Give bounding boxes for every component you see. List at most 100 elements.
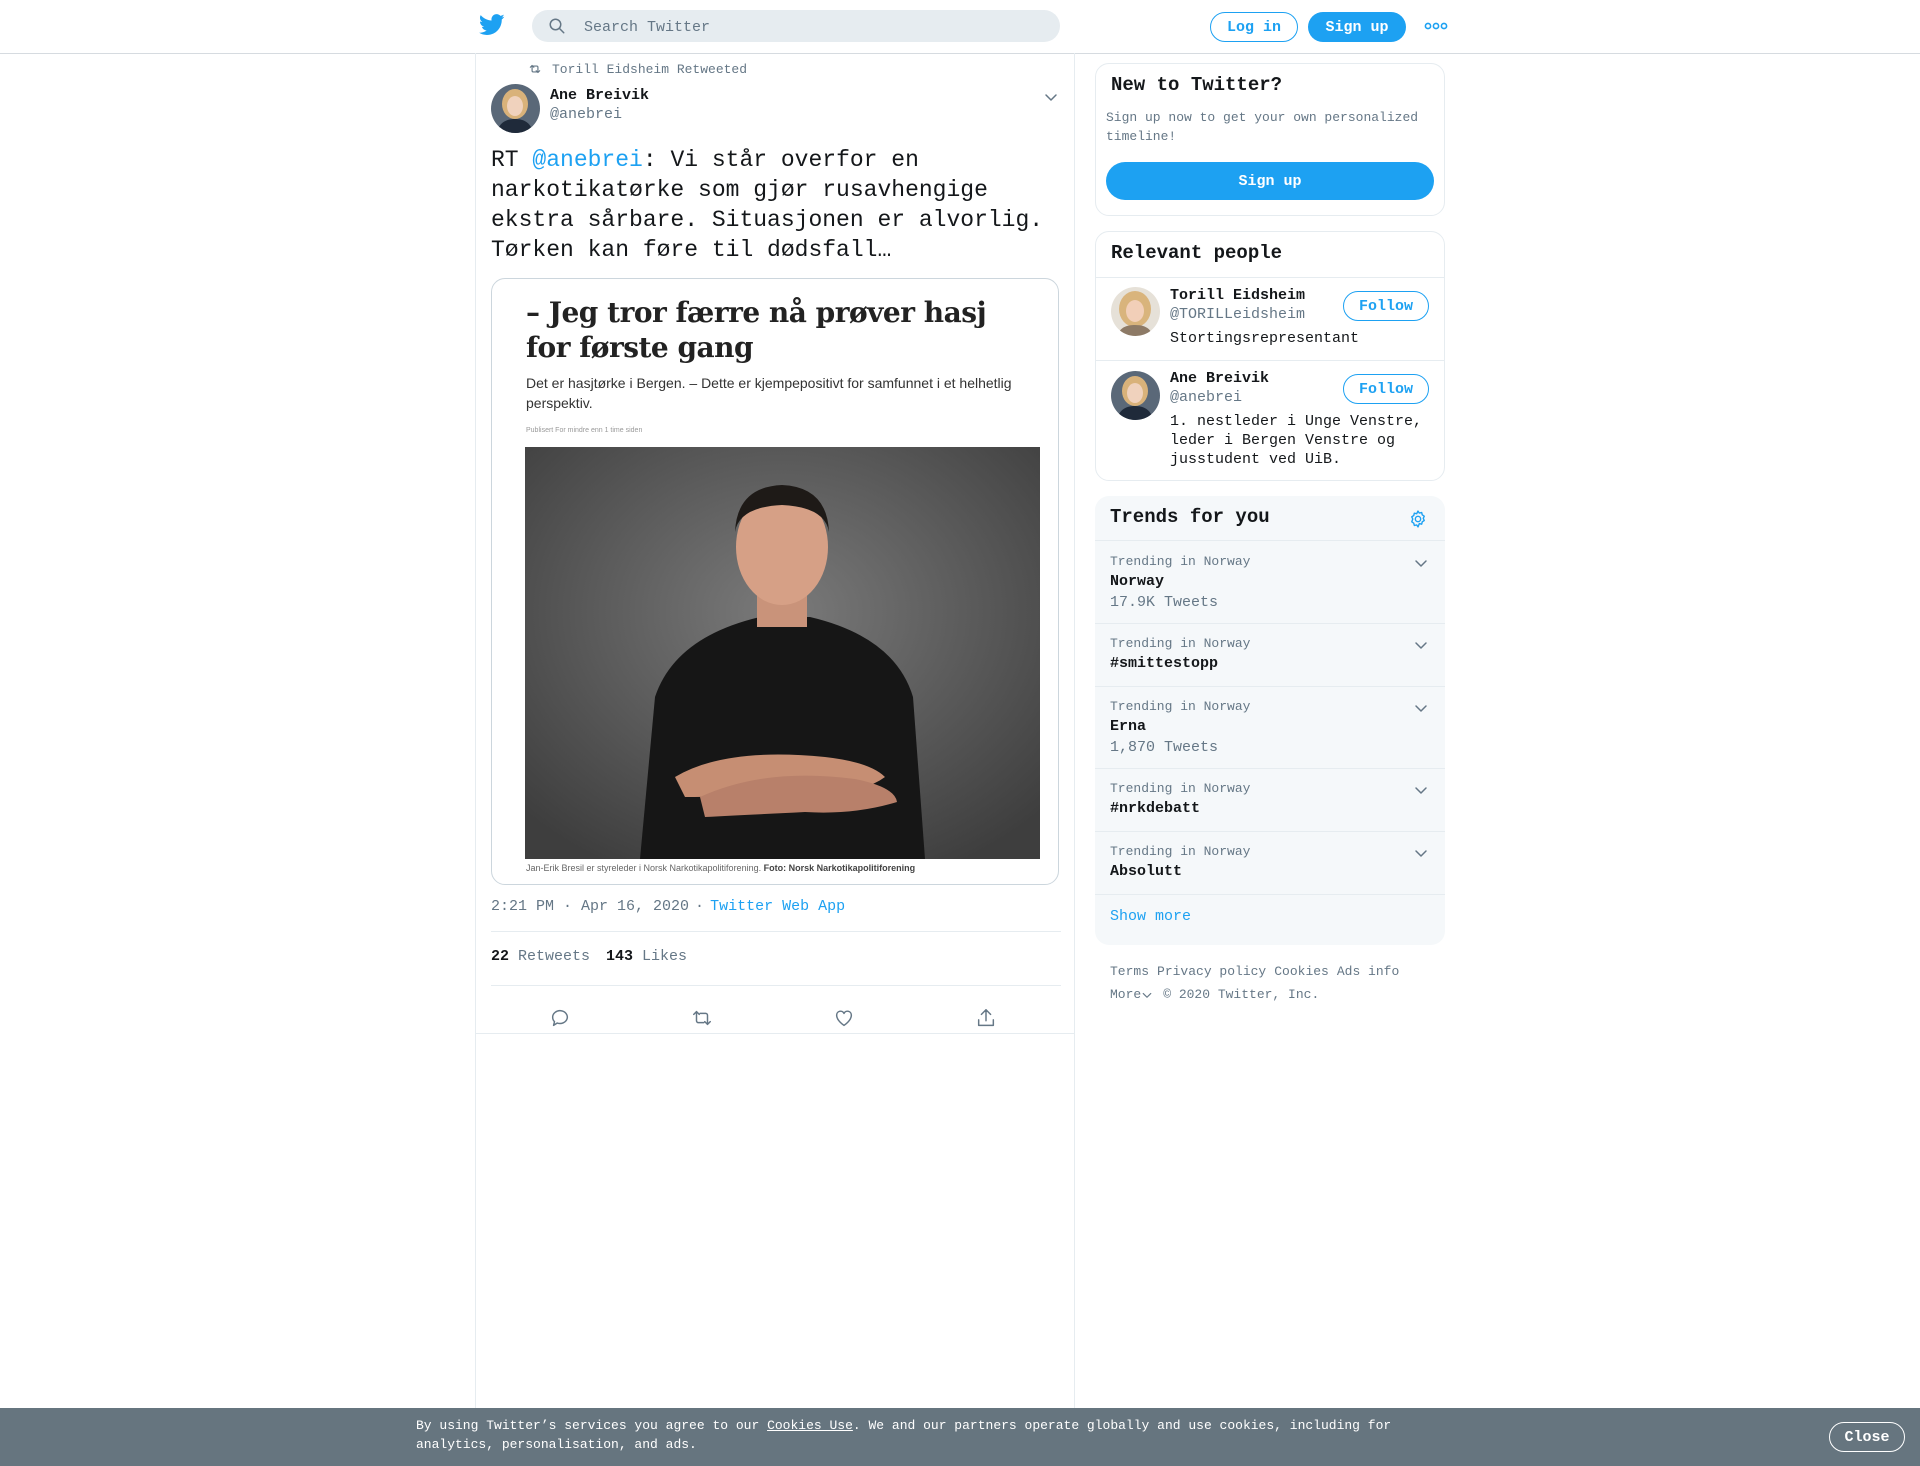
footer-link-ads-info[interactable]: Ads info: [1337, 964, 1399, 979]
search-icon: [549, 18, 565, 34]
new-to-twitter-subtitle: Sign up now to get your own personalized…: [1106, 110, 1419, 144]
person-avatar-image: [1111, 371, 1160, 420]
relevant-people-title: Relevant people: [1111, 242, 1283, 264]
trend-item[interactable]: Trending in Norway #smittestopp: [1095, 624, 1445, 686]
media-card[interactable]: – Jeg tror færre nå prøver hasj for førs…: [491, 278, 1059, 885]
tweet-text: RT @anebrei: Vi står overfor en narkotik…: [491, 145, 1061, 265]
close-button[interactable]: Close: [1829, 1422, 1905, 1452]
copyright: © 2020 Twitter, Inc.: [1163, 987, 1320, 1002]
chevron-down-icon[interactable]: [1413, 555, 1429, 571]
person-name[interactable]: Ane Breivik: [1170, 370, 1269, 387]
signup-button[interactable]: Sign up: [1308, 12, 1406, 42]
trend-category: Trending in Norway: [1110, 844, 1251, 859]
cookies-use-link[interactable]: Cookies Use: [767, 1418, 853, 1433]
settings-gear-icon[interactable]: [1408, 509, 1428, 529]
author-avatar[interactable]: [491, 84, 540, 133]
trend-item[interactable]: Trending in Norway Norway 17.9K Tweets: [1095, 541, 1445, 623]
author-handle[interactable]: @anebrei: [550, 106, 622, 123]
trend-category: Trending in Norway: [1110, 636, 1251, 651]
footer-link-privacy[interactable]: Privacy policy: [1157, 964, 1266, 979]
retweet-context: Torill Eidsheim Retweeted: [528, 61, 747, 77]
person-bio: Stortingsrepresentant: [1170, 330, 1360, 347]
retweet-icon: [529, 64, 541, 74]
article-published: Publisert For mindre enn 1 time siden: [526, 427, 643, 434]
divider: [1096, 277, 1444, 278]
tweet-source[interactable]: Twitter Web App: [710, 898, 845, 915]
trend-name[interactable]: Norway: [1110, 573, 1164, 590]
cookie-text-before: By using Twitter’s services you agree to…: [416, 1418, 768, 1433]
chevron-down-icon[interactable]: [1413, 700, 1429, 716]
photo-caption: Jan-Erik Bresil er styreleder i Norsk Na…: [526, 863, 915, 873]
trend-item[interactable]: Trending in Norway Absolutt: [1095, 832, 1445, 894]
reply-button[interactable]: [542, 1000, 578, 1036]
tweet-stats: 22 Retweets 143 Likes: [491, 948, 703, 965]
search-box[interactable]: [532, 10, 1060, 44]
footer-link-terms[interactable]: Terms: [1110, 964, 1149, 979]
trend-item[interactable]: Trending in Norway #nrkdebatt: [1095, 769, 1445, 831]
login-button[interactable]: Log in: [1210, 12, 1298, 42]
trend-name[interactable]: #smittestopp: [1110, 655, 1218, 672]
person-avatar[interactable]: [1111, 287, 1160, 336]
retweet-button[interactable]: [684, 1000, 720, 1036]
article-photo[interactable]: [525, 447, 1040, 859]
author-name[interactable]: Ane Breivik: [550, 87, 649, 104]
follow-button[interactable]: Follow: [1343, 291, 1429, 321]
retweet-count[interactable]: 22: [491, 948, 509, 965]
trend-name[interactable]: Erna: [1110, 718, 1146, 735]
divider: [476, 1033, 1074, 1034]
cookie-text: By using Twitter’s services you agree to…: [416, 1416, 1416, 1454]
retweet-label[interactable]: Retweets: [518, 948, 590, 965]
footer-link-cookies[interactable]: Cookies: [1274, 964, 1329, 979]
retweet-icon: [693, 1010, 711, 1026]
follow-button[interactable]: Follow: [1343, 374, 1429, 404]
person-avatar[interactable]: [1111, 371, 1160, 420]
chevron-down-icon[interactable]: [1413, 782, 1429, 798]
trend-category: Trending in Norway: [1110, 781, 1251, 796]
twitter-bird-icon[interactable]: [479, 14, 505, 36]
author-avatar-image: [491, 84, 540, 133]
divider: [491, 931, 1061, 932]
person-name[interactable]: Torill Eidsheim: [1170, 287, 1305, 304]
divider: [1095, 894, 1445, 895]
trends-title: Trends for you: [1110, 506, 1270, 528]
tweet-column: Torill Eidsheim Retweeted Ane Breivik @a…: [475, 53, 1075, 1466]
trend-category: Trending in Norway: [1110, 699, 1251, 714]
more-options-icon[interactable]: [1424, 18, 1448, 34]
chevron-down-icon[interactable]: [1413, 637, 1429, 653]
like-count[interactable]: 143: [606, 948, 633, 965]
show-more-link[interactable]: Show more: [1110, 908, 1191, 925]
tweet-meta: 2:21 PM · Apr 16, 2020 · Twitter Web App: [491, 898, 845, 915]
tweet-text-prefix: RT: [491, 147, 533, 173]
person-handle[interactable]: @TORILLeidsheim: [1170, 306, 1305, 323]
search-input[interactable]: [582, 10, 1046, 44]
heart-icon: [835, 1010, 853, 1027]
trend-count: 1,870 Tweets: [1110, 739, 1219, 756]
share-button[interactable]: [968, 1000, 1004, 1036]
chevron-down-icon[interactable]: [1043, 89, 1059, 105]
like-label[interactable]: Likes: [642, 948, 687, 965]
trend-item[interactable]: Trending in Norway Erna 1,870 Tweets: [1095, 687, 1445, 769]
article-lead: Det er hasjtørke i Bergen. – Dette er kj…: [526, 375, 1012, 411]
trends-box: Trends for you Trending in Norway Norway…: [1095, 496, 1445, 945]
cookie-consent-bar: By using Twitter’s services you agree to…: [0, 1408, 1920, 1466]
person-avatar-image: [1111, 287, 1160, 336]
tweet-actions: [491, 1000, 1061, 1036]
reply-icon: [551, 1009, 568, 1027]
footer-links: Terms Privacy policy Cookies Ads info More …: [1110, 960, 1450, 1006]
trend-name[interactable]: #nrkdebatt: [1110, 800, 1200, 817]
chevron-down-icon[interactable]: [1413, 845, 1429, 861]
person-handle[interactable]: @anebrei: [1170, 389, 1242, 406]
article-headline: – Jeg tror færre nå prøver hasj for førs…: [526, 296, 987, 364]
trend-name[interactable]: Absolutt: [1110, 863, 1182, 880]
person-bio: 1. nestleder i Unge Venstre, leder i Ber…: [1170, 413, 1423, 468]
retweeted-by-label[interactable]: Torill Eidsheim Retweeted: [552, 62, 747, 77]
like-button[interactable]: [826, 1000, 862, 1036]
relevant-people-box: Relevant people Torill Eidsheim @TORILLe…: [1095, 231, 1445, 481]
footer-more-link[interactable]: More: [1110, 983, 1141, 1006]
sidebar-signup-button[interactable]: Sign up: [1106, 162, 1434, 200]
trend-count: 17.9K Tweets: [1110, 594, 1219, 611]
tweet-timestamp[interactable]: 2:21 PM · Apr 16, 2020: [491, 898, 689, 915]
mention-link[interactable]: @anebrei: [532, 147, 642, 173]
photo-caption-text: Jan-Erik Bresil er styreleder i Norsk Na…: [526, 863, 762, 873]
chevron-down-icon[interactable]: [1141, 989, 1153, 1001]
